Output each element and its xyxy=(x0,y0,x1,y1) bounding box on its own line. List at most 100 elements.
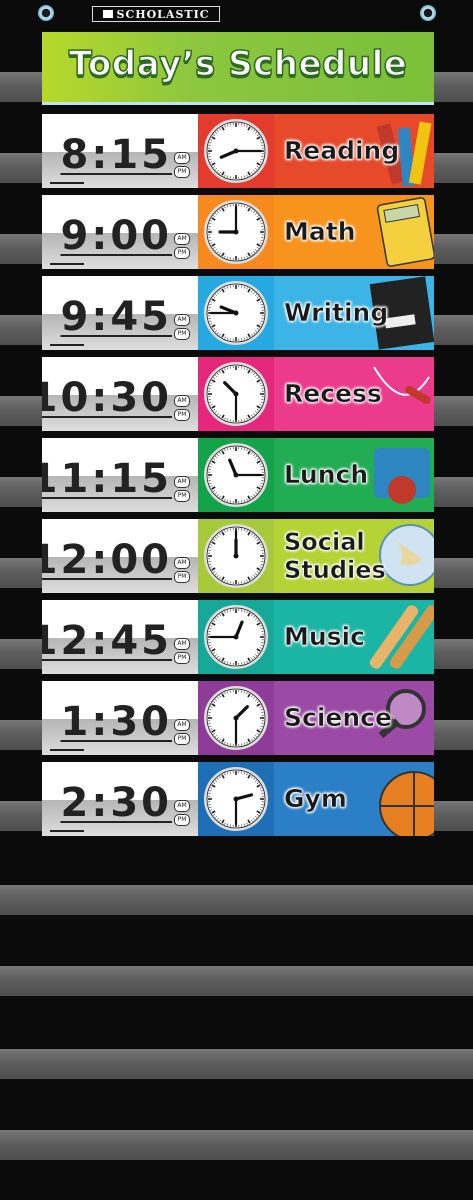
pm-label: PM xyxy=(174,814,190,826)
pocket-strip xyxy=(0,885,473,915)
time-label: 12:45 xyxy=(42,618,172,664)
pm-label: PM xyxy=(174,247,190,259)
am-label: AM xyxy=(174,557,190,569)
clock-segment xyxy=(198,519,274,593)
ampm-indicator: AM PM xyxy=(174,233,192,261)
am-label: AM xyxy=(174,395,190,407)
am-label: AM xyxy=(174,152,190,164)
hour-blank-line xyxy=(50,344,84,346)
schedule-row: 9:45 AM PM Writing xyxy=(42,276,434,350)
subject-label: Recess xyxy=(284,379,382,408)
subject-label: Gym xyxy=(284,784,347,813)
page-title: Today’s Schedule xyxy=(68,43,408,85)
pm-label: PM xyxy=(174,652,190,664)
time-card: 2:30 AM PM xyxy=(42,762,198,836)
clock-segment xyxy=(198,357,274,431)
grommet-icon xyxy=(420,5,436,21)
time-card: 11:15 AM PM xyxy=(42,438,198,512)
schedule-row: 12:00 AM PM Social Studies xyxy=(42,519,434,593)
am-label: AM xyxy=(174,638,190,650)
hour-blank-line xyxy=(50,263,84,265)
schedule-row: 1:30 AM PM Science xyxy=(42,681,434,755)
pm-label: PM xyxy=(174,571,190,583)
schedule-row: 11:15 AM PM Lunch xyxy=(42,438,434,512)
schedule-row: 2:30 AM PM Gym xyxy=(42,762,434,836)
time-card: 9:00 AM PM xyxy=(42,195,198,269)
subject-segment: Gym xyxy=(274,762,434,836)
clock-icon xyxy=(204,605,268,669)
pocket-strip xyxy=(0,966,473,996)
time-label: 12:00 xyxy=(42,537,172,583)
clock-segment xyxy=(198,195,274,269)
clock-segment xyxy=(198,681,274,755)
pocket-strip xyxy=(0,1049,473,1079)
subject-segment: Recess xyxy=(274,357,434,431)
subject-label: Social Studies xyxy=(284,528,386,585)
subject-segment: Lunch xyxy=(274,438,434,512)
time-label: 11:15 xyxy=(42,456,172,502)
clock-segment xyxy=(198,600,274,674)
time-label: 2:30 xyxy=(60,780,172,826)
clock-icon xyxy=(204,524,268,588)
subject-segment: Writing xyxy=(274,276,434,350)
time-card: 1:30 AM PM xyxy=(42,681,198,755)
pm-label: PM xyxy=(174,409,190,421)
clock-segment xyxy=(198,438,274,512)
clock-icon xyxy=(204,119,268,183)
am-label: AM xyxy=(174,476,190,488)
clock-segment xyxy=(198,276,274,350)
clock-icon xyxy=(204,443,268,507)
pm-label: PM xyxy=(174,733,190,745)
ampm-indicator: AM PM xyxy=(174,152,192,180)
time-label: 9:45 xyxy=(60,294,172,340)
title-card: Today’s Schedule xyxy=(42,32,434,105)
subject-segment: Science xyxy=(274,681,434,755)
clock-segment xyxy=(198,114,274,188)
subject-segment: Music xyxy=(274,600,434,674)
time-card: 9:45 AM PM xyxy=(42,276,198,350)
pm-label: PM xyxy=(174,490,190,502)
clock-icon xyxy=(204,686,268,750)
subject-segment: Social Studies xyxy=(274,519,434,593)
hour-blank-line xyxy=(50,830,84,832)
clock-icon xyxy=(204,200,268,264)
subject-label: Science xyxy=(284,703,392,732)
basketball-icon xyxy=(379,771,434,836)
ampm-indicator: AM PM xyxy=(174,719,192,747)
am-label: AM xyxy=(174,800,190,812)
ampm-indicator: AM PM xyxy=(174,557,192,585)
subject-segment: Math xyxy=(274,195,434,269)
am-label: AM xyxy=(174,233,190,245)
subject-label: Math xyxy=(284,217,356,246)
schedule-row: 10:30 AM PM Recess xyxy=(42,357,434,431)
schedule-row: 8:15 AM PM Reading xyxy=(42,114,434,188)
time-label: 9:00 xyxy=(60,213,172,259)
brand-name: SCHOLASTIC xyxy=(116,7,210,21)
book-logo-icon xyxy=(102,10,113,18)
clock-icon xyxy=(204,281,268,345)
ampm-indicator: AM PM xyxy=(174,638,192,666)
subject-label: Music xyxy=(284,622,365,651)
ampm-indicator: AM PM xyxy=(174,395,192,423)
pocket-strip xyxy=(0,1130,473,1160)
hour-blank-line xyxy=(50,749,84,751)
time-card: 12:00 AM PM xyxy=(42,519,198,593)
ampm-indicator: AM PM xyxy=(174,476,192,504)
am-label: AM xyxy=(174,719,190,731)
schedule-row: 9:00 AM PM Math xyxy=(42,195,434,269)
hour-blank-line xyxy=(50,182,84,184)
subject-segment: Reading xyxy=(274,114,434,188)
clock-icon xyxy=(204,362,268,426)
grommet-icon xyxy=(38,5,54,21)
time-label: 1:30 xyxy=(60,699,172,745)
subject-label: Reading xyxy=(284,136,400,165)
pm-label: PM xyxy=(174,328,190,340)
pm-label: PM xyxy=(174,166,190,178)
am-label: AM xyxy=(174,314,190,326)
time-card: 8:15 AM PM xyxy=(42,114,198,188)
time-label: 8:15 xyxy=(60,132,172,178)
clock-segment xyxy=(198,762,274,836)
schedule-row: 12:45 AM PM Music xyxy=(42,600,434,674)
ampm-indicator: AM PM xyxy=(174,314,192,342)
time-card: 12:45 AM PM xyxy=(42,600,198,674)
